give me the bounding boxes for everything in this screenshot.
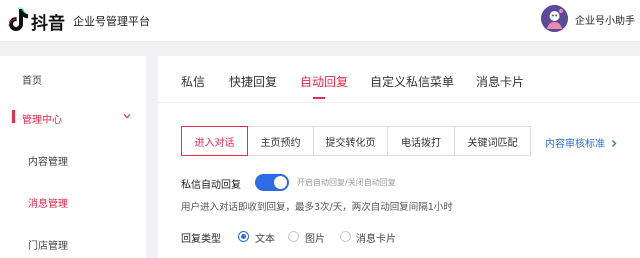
tab-custom-menu[interactable]: 自定义私信菜单 [370,73,454,90]
sidebar-item-messages[interactable]: 消息管理 [0,189,146,215]
radio-image-label[interactable]: 图片 [305,230,325,245]
tab-private-message[interactable]: 私信 [181,73,205,90]
auto-reply-hint: 开启自动回复/关闭自动回复 [297,178,396,187]
segment-conversion-page[interactable]: 提交转化页 [313,126,388,156]
active-indicator [12,110,15,123]
sidebar-item-label: 首页 [22,76,42,87]
segment-keyword-match[interactable]: 关键词匹配 [454,126,531,156]
auto-reply-description: 用户进入对话即收到回复，最多3次/天，两次自动回复间隔1小时 [181,202,453,213]
sidebar-item-label: 内容管理 [28,157,68,168]
tab-message-card[interactable]: 消息卡片 [476,73,524,90]
tab-quick-reply[interactable]: 快捷回复 [229,73,277,90]
review-standard-link[interactable]: 内容审核标准 [545,135,618,150]
radio-message-card-label[interactable]: 消息卡片 [356,230,396,245]
platform-title: 企业号管理平台 [73,15,150,28]
sidebar-item-management-center[interactable]: 管理中心 [0,105,146,131]
segment-home-booking[interactable]: 主页预约 [247,126,314,156]
main-panel: 私信 快捷回复 自动回复 自定义私信菜单 消息卡片 进入对话 主页预约 提交转化… [158,56,640,258]
username[interactable]: 企业号小助手 [575,12,635,27]
radio-message-card[interactable] [340,231,351,242]
sidebar-item-label: 消息管理 [28,199,68,210]
radio-text-label[interactable]: 文本 [255,230,275,245]
sidebar-item-label: 管理中心 [22,115,62,126]
avatar[interactable] [541,5,568,32]
assistant-avatar-icon [541,5,568,32]
radio-text[interactable] [238,231,249,242]
chevron-right-icon [612,140,617,147]
top-bar: 抖音 企业号管理平台 企业号小助手 [0,0,640,42]
sidebar-item-label: 门店管理 [28,241,68,252]
auto-reply-label: 私信自动回复 [181,180,241,191]
active-tab-underline [313,97,325,99]
tabs-divider [158,102,640,103]
sidebar-item-home[interactable]: 首页 [0,66,146,92]
auto-reply-toggle[interactable] [255,174,289,191]
brand-name[interactable]: 抖音 [31,9,65,34]
douyin-logo-icon[interactable] [6,7,30,33]
segment-phone-call[interactable]: 电话拨打 [387,126,455,156]
segment-enter-chat[interactable]: 进入对话 [181,126,248,156]
tab-auto-reply[interactable]: 自动回复 [300,73,348,90]
radio-image[interactable] [288,231,299,242]
sidebar-item-stores[interactable]: 门店管理 [0,231,146,257]
reply-type-label: 回复类型 [181,234,221,245]
review-standard-label: 内容审核标准 [545,139,605,150]
sidebar-item-content[interactable]: 内容管理 [0,147,146,173]
sidebar: 首页 管理中心 内容管理 消息管理 门店管理 [0,56,146,258]
chevron-down-icon[interactable] [122,111,132,121]
